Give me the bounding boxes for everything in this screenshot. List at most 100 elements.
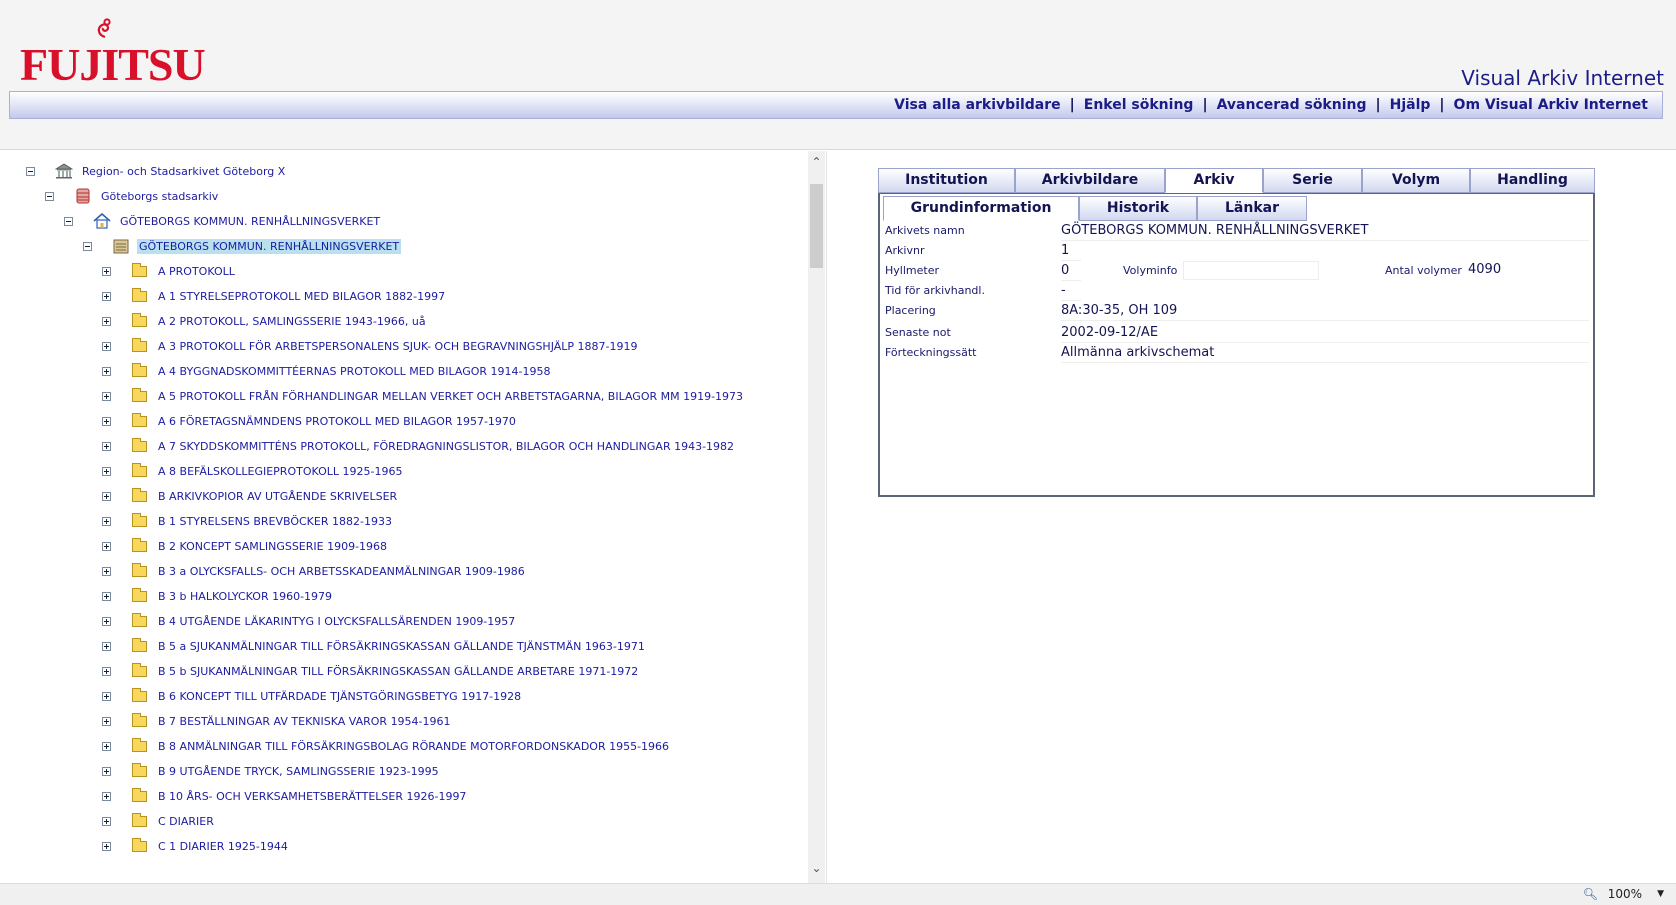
expand-plus-icon[interactable] (102, 767, 111, 776)
expand-plus-icon[interactable] (102, 367, 111, 376)
tree-scrollbar[interactable]: ⌃ ⌄ (808, 151, 825, 883)
tree-node-label[interactable]: A 6 FÖRETAGSNÄMNDENS PROTOKOLL MED BILAG… (156, 414, 518, 429)
expand-plus-icon[interactable] (102, 267, 111, 276)
tree-node[interactable]: B 3 a OLYCKSFALLS- OCH ARBETSSKADEANMÄLN… (102, 561, 800, 586)
expand-plus-icon[interactable] (102, 817, 111, 826)
tree-node[interactable]: GÖTEBORGS KOMMUN. RENHÅLLNINGSVERKET (64, 211, 800, 236)
tree-node-label[interactable]: B 4 UTGÅENDE LÄKARINTYG I OLYCKSFALLSÄRE… (156, 614, 517, 629)
tab-institution[interactable]: Institution (878, 168, 1015, 193)
expand-plus-icon[interactable] (102, 667, 111, 676)
expand-plus-icon[interactable] (102, 717, 111, 726)
expand-plus-icon[interactable] (102, 392, 111, 401)
tree-node-label[interactable]: B 7 BESTÄLLNINGAR AV TEKNISKA VAROR 1954… (156, 714, 453, 729)
tree-node-label[interactable]: B 5 b SJUKANMÄLNINGAR TILL FÖRSÄKRINGSKA… (156, 664, 640, 679)
tree-node-label[interactable]: A 3 PROTOKOLL FÖR ARBETSPERSONALENS SJUK… (156, 339, 640, 354)
expand-plus-icon[interactable] (102, 317, 111, 326)
tree-node[interactable]: B 5 a SJUKANMÄLNINGAR TILL FÖRSÄKRINGSKA… (102, 636, 800, 661)
tree-node[interactable]: A 2 PROTOKOLL, SAMLINGSSERIE 1943-1966, … (102, 311, 800, 336)
tree-node[interactable]: A 6 FÖRETAGSNÄMNDENS PROTOKOLL MED BILAG… (102, 411, 800, 436)
expand-plus-icon[interactable] (102, 542, 111, 551)
tree-node[interactable]: A PROTOKOLL (102, 261, 800, 286)
tree-node-label[interactable]: B 6 KONCEPT TILL UTFÄRDADE TJÄNSTGÖRINGS… (156, 689, 523, 704)
tree-node-label[interactable]: B 3 a OLYCKSFALLS- OCH ARBETSSKADEANMÄLN… (156, 564, 527, 579)
tree-node[interactable]: B 7 BESTÄLLNINGAR AV TEKNISKA VAROR 1954… (102, 711, 800, 736)
tree-node-label[interactable]: B 9 UTGÅENDE TRYCK, SAMLINGSSERIE 1923-1… (156, 764, 441, 779)
tree-node[interactable]: B 9 UTGÅENDE TRYCK, SAMLINGSSERIE 1923-1… (102, 761, 800, 786)
tree-node[interactable]: B 8 ANMÄLNINGAR TILL FÖRSÄKRINGSBOLAG RÖ… (102, 736, 800, 761)
tree-node-label[interactable]: B 2 KONCEPT SAMLINGSSERIE 1909-1968 (156, 539, 389, 554)
tree-node[interactable]: B 3 b HALKOLYCKOR 1960-1979 (102, 586, 800, 611)
tree-node[interactable]: C DIARIER (102, 811, 800, 836)
expand-plus-icon[interactable] (102, 417, 111, 426)
zoom-level[interactable]: 100% (1608, 887, 1642, 901)
tree-node-label[interactable]: B 8 ANMÄLNINGAR TILL FÖRSÄKRINGSBOLAG RÖ… (156, 739, 671, 754)
tree-node[interactable]: B 5 b SJUKANMÄLNINGAR TILL FÖRSÄKRINGSKA… (102, 661, 800, 686)
nav-link-om-visual-arkiv[interactable]: Om Visual Arkiv Internet (1454, 97, 1648, 113)
expand-plus-icon[interactable] (102, 742, 111, 751)
tree-node-label[interactable]: Region- och Stadsarkivet Göteborg X (80, 164, 287, 179)
expand-plus-icon[interactable] (102, 592, 111, 601)
collapse-minus-icon[interactable] (45, 192, 54, 201)
tab-arkiv[interactable]: Arkiv (1165, 168, 1263, 193)
expand-plus-icon[interactable] (102, 617, 111, 626)
expand-plus-icon[interactable] (102, 492, 111, 501)
expand-plus-icon[interactable] (102, 642, 111, 651)
nav-link-visa-alla-arkivbildare[interactable]: Visa alla arkivbildare (894, 97, 1060, 113)
tree-node[interactable]: A 3 PROTOKOLL FÖR ARBETSPERSONALENS SJUK… (102, 336, 800, 361)
zoom-magnifier-icon[interactable]: 🔍︎ (1583, 887, 1598, 901)
tab-handling[interactable]: Handling (1470, 168, 1595, 193)
tree-node[interactable]: Göteborgs stadsarkiv (45, 186, 800, 211)
tree-node-label[interactable]: A PROTOKOLL (156, 264, 237, 279)
tree-node-label[interactable]: GÖTEBORGS KOMMUN. RENHÅLLNINGSVERKET (118, 214, 382, 229)
scrollbar-thumb[interactable] (810, 184, 823, 268)
subtab-grundinformation[interactable]: Grundinformation (883, 196, 1079, 221)
tree-node[interactable]: A 7 SKYDDSKOMMITTÉNS PROTOKOLL, FÖREDRAG… (102, 436, 800, 461)
tree-node[interactable]: A 1 STYRELSEPROTOKOLL MED BILAGOR 1882-1… (102, 286, 800, 311)
tree-node[interactable]: B 4 UTGÅENDE LÄKARINTYG I OLYCKSFALLSÄRE… (102, 611, 800, 636)
tree-node[interactable]: A 4 BYGGNADSKOMMITTÉERNAS PROTOKOLL MED … (102, 361, 800, 386)
expand-plus-icon[interactable] (102, 517, 111, 526)
tree-node-label-selected[interactable]: GÖTEBORGS KOMMUN. RENHÅLLNINGSVERKET (137, 239, 402, 254)
tree-node[interactable]: A 5 PROTOKOLL FRÅN FÖRHANDLINGAR MELLAN … (102, 386, 800, 411)
collapse-minus-icon[interactable] (83, 242, 92, 251)
collapse-minus-icon[interactable] (64, 217, 73, 226)
tree-node[interactable]: B 1 STYRELSENS BREVBÖCKER 1882-1933 (102, 511, 800, 536)
expand-plus-icon[interactable] (102, 342, 111, 351)
nav-link-enkel-sokning[interactable]: Enkel sökning (1084, 97, 1194, 113)
tab-arkivbildare[interactable]: Arkivbildare (1015, 168, 1165, 193)
expand-plus-icon[interactable] (102, 292, 111, 301)
expand-plus-icon[interactable] (102, 467, 111, 476)
tree-node-label[interactable]: A 7 SKYDDSKOMMITTÉNS PROTOKOLL, FÖREDRAG… (156, 439, 736, 454)
tree-node-label[interactable]: A 5 PROTOKOLL FRÅN FÖRHANDLINGAR MELLAN … (156, 389, 745, 404)
tree-node[interactable]: B 2 KONCEPT SAMLINGSSERIE 1909-1968 (102, 536, 800, 561)
tree-node-label[interactable]: A 2 PROTOKOLL, SAMLINGSSERIE 1943-1966, … (156, 314, 428, 329)
tree-node[interactable]: C 1 DIARIER 1925-1944 (102, 836, 800, 861)
scroll-up-arrow-icon[interactable]: ⌃ (811, 156, 822, 168)
subtab-lankar[interactable]: Länkar (1197, 196, 1307, 221)
tree-node[interactable]: B 10 ÅRS- OCH VERKSAMHETSBERÄTTELSER 192… (102, 786, 800, 811)
tree-node-label[interactable]: B 10 ÅRS- OCH VERKSAMHETSBERÄTTELSER 192… (156, 789, 468, 804)
tree-node-label[interactable]: A 4 BYGGNADSKOMMITTÉERNAS PROTOKOLL MED … (156, 364, 552, 379)
tree-node[interactable]: B ARKIVKOPIOR AV UTGÅENDE SKRIVELSER (102, 486, 800, 511)
tree-node-label[interactable]: B ARKIVKOPIOR AV UTGÅENDE SKRIVELSER (156, 489, 399, 504)
tree-node[interactable]: GÖTEBORGS KOMMUN. RENHÅLLNINGSVERKET (83, 236, 800, 261)
tab-serie[interactable]: Serie (1263, 168, 1362, 193)
tree-node-label[interactable]: B 1 STYRELSENS BREVBÖCKER 1882-1933 (156, 514, 394, 529)
subtab-historik[interactable]: Historik (1079, 196, 1197, 221)
collapse-minus-icon[interactable] (26, 167, 35, 176)
tree-node-label[interactable]: A 8 BEFÄLSKOLLEGIEPROTOKOLL 1925-1965 (156, 464, 404, 479)
tree-node[interactable]: B 6 KONCEPT TILL UTFÄRDADE TJÄNSTGÖRINGS… (102, 686, 800, 711)
expand-plus-icon[interactable] (102, 842, 111, 851)
tree-node-label[interactable]: B 5 a SJUKANMÄLNINGAR TILL FÖRSÄKRINGSKA… (156, 639, 647, 654)
zoom-dropdown-arrow-icon[interactable]: ▼ (1657, 889, 1664, 899)
tree-node-label[interactable]: A 1 STYRELSEPROTOKOLL MED BILAGOR 1882-1… (156, 289, 447, 304)
tree-node-label[interactable]: C 1 DIARIER 1925-1944 (156, 839, 290, 854)
nav-link-avancerad-sokning[interactable]: Avancerad sökning (1217, 97, 1367, 113)
tree-node[interactable]: A 8 BEFÄLSKOLLEGIEPROTOKOLL 1925-1965 (102, 461, 800, 486)
tree-node-label[interactable]: C DIARIER (156, 814, 216, 829)
pane-divider[interactable] (826, 151, 827, 883)
tree-node-label[interactable]: Göteborgs stadsarkiv (99, 189, 220, 204)
scroll-down-arrow-icon[interactable]: ⌄ (811, 862, 822, 874)
expand-plus-icon[interactable] (102, 567, 111, 576)
expand-plus-icon[interactable] (102, 792, 111, 801)
